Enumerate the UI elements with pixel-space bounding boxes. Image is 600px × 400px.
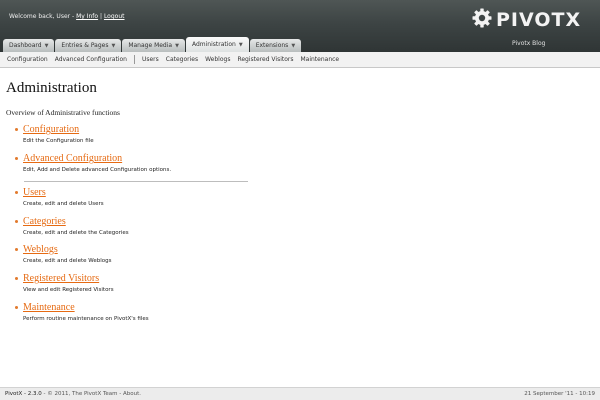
- tab-extensions[interactable]: Extensions ▼: [249, 39, 302, 52]
- advanced-configuration-link[interactable]: Advanced Configuration: [23, 153, 122, 164]
- bullet-icon: [15, 220, 18, 223]
- tab-label: Administration: [191, 41, 236, 48]
- bullet-icon: [15, 248, 18, 251]
- bullet-icon: [15, 277, 18, 280]
- blog-name[interactable]: Pivotx Blog: [512, 40, 545, 47]
- bullet-icon: [15, 157, 18, 160]
- header-bar: Welcome back, User - My Info | Logout PI…: [0, 0, 600, 52]
- logo-text: PIVOTX: [496, 9, 582, 31]
- about-suffix: .: [139, 391, 142, 397]
- item-description: Create, edit and delete Users: [23, 201, 104, 207]
- footer-datetime: 21 September '11 - 10:19: [524, 391, 595, 397]
- subnav-advanced-configuration[interactable]: Advanced Configuration: [55, 56, 127, 63]
- tab-administration[interactable]: Administration ▼: [185, 37, 249, 52]
- categories-link[interactable]: Categories: [23, 216, 66, 227]
- bullet-icon: [15, 128, 18, 131]
- chevron-down-icon: ▼: [238, 42, 243, 48]
- item-description: Create, edit and delete the Categories: [23, 230, 129, 236]
- item-description: Edit the Configuration file: [23, 138, 94, 144]
- copyright-text: - © 2011, The PivotX Team -: [41, 391, 123, 397]
- subnav-divider: [133, 55, 135, 64]
- subnav-users[interactable]: Users: [142, 56, 159, 63]
- item-description: Perform routine maintenance on PivotX's …: [23, 316, 149, 322]
- maintenance-link[interactable]: Maintenance: [23, 302, 75, 313]
- item-description: Create, edit and delete Weblogs: [23, 258, 112, 264]
- users-link[interactable]: Users: [23, 187, 46, 198]
- page-title: Administration: [6, 80, 97, 96]
- weblogs-link[interactable]: Weblogs: [23, 244, 58, 255]
- tab-entries-pages[interactable]: Entries & Pages ▼: [55, 39, 122, 52]
- footer-bar: PivotX - 2.3.0 - © 2011, The PivotX Team…: [0, 387, 600, 400]
- subnav-configuration[interactable]: Configuration: [7, 56, 48, 63]
- tab-manage-media[interactable]: Manage Media ▼: [122, 39, 185, 52]
- item-description: Edit, Add and Delete advanced Configurat…: [23, 167, 172, 173]
- welcome-message: Welcome back, User - My Info | Logout: [9, 13, 124, 20]
- my-info-link[interactable]: My Info: [76, 13, 98, 20]
- subnav-categories[interactable]: Categories: [166, 56, 198, 63]
- pivotx-logo[interactable]: PIVOTX: [472, 8, 581, 32]
- tab-label: Extensions: [255, 42, 289, 49]
- section-divider: [24, 181, 248, 182]
- tab-label: Dashboard: [9, 42, 42, 49]
- tab-label: Manage Media: [128, 42, 173, 49]
- chevron-down-icon: ▼: [44, 43, 49, 49]
- tab-dashboard[interactable]: Dashboard ▼: [3, 39, 55, 52]
- about-link[interactable]: About: [123, 391, 139, 397]
- logout-link[interactable]: Logout: [104, 13, 125, 20]
- version-label: PivotX - 2.3.0: [5, 391, 42, 397]
- main-tabs: Dashboard ▼ Entries & Pages ▼ Manage Media…: [3, 37, 302, 52]
- subnav-registered-visitors[interactable]: Registered Visitors: [237, 56, 293, 63]
- sub-navigation: Configuration Advanced Configuration Use…: [0, 52, 600, 68]
- gear-icon: [472, 8, 492, 33]
- chevron-down-icon: ▼: [291, 43, 296, 49]
- footer-info: PivotX - 2.3.0 - © 2011, The PivotX Team…: [5, 391, 141, 397]
- welcome-text: Welcome back, User -: [9, 13, 77, 20]
- chevron-down-icon: ▼: [175, 43, 179, 49]
- page-subtitle: Overview of Administrative functions: [6, 108, 120, 117]
- registered-visitors-link[interactable]: Registered Visitors: [23, 273, 99, 284]
- subnav-weblogs[interactable]: Weblogs: [205, 56, 230, 63]
- bullet-icon: [15, 306, 18, 309]
- subnav-maintenance[interactable]: Maintenance: [300, 56, 339, 63]
- bullet-icon: [15, 191, 18, 194]
- configuration-link[interactable]: Configuration: [23, 124, 79, 135]
- chevron-down-icon: ▼: [111, 43, 116, 49]
- item-description: View and edit Registered Visitors: [23, 287, 114, 293]
- tab-label: Entries & Pages: [61, 42, 109, 49]
